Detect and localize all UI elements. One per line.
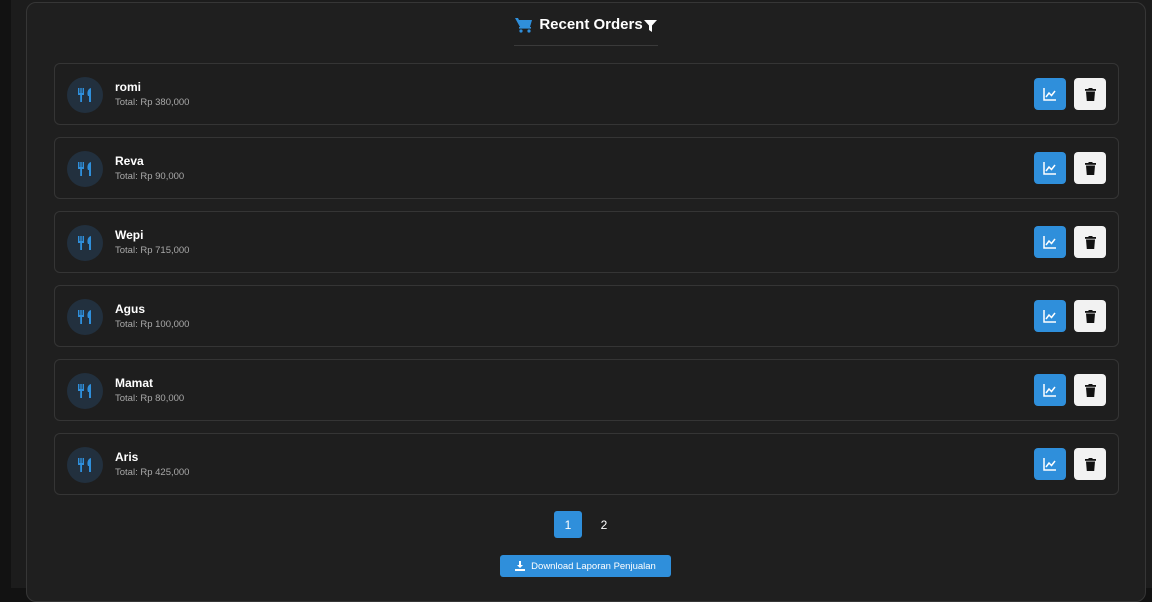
trash-icon [1084, 235, 1096, 249]
pagination: 12 [27, 511, 1145, 538]
chart-line-icon [1043, 88, 1056, 101]
page-background: Recent Orders romi Total: Rp 380,000 Rev… [11, 0, 1152, 602]
order-total: Total: Rp 425,000 [115, 467, 190, 478]
utensils-icon [67, 77, 103, 113]
delete-button[interactable] [1074, 448, 1106, 480]
trash-icon [1084, 161, 1096, 175]
order-row: Aris Total: Rp 425,000 [54, 433, 1119, 495]
customer-name: Aris [115, 450, 139, 464]
delete-button[interactable] [1074, 152, 1106, 184]
utensils-icon [67, 447, 103, 483]
customer-name: romi [115, 80, 142, 94]
download-icon [515, 561, 526, 571]
chart-line-icon [1043, 458, 1056, 471]
customer-name: Reva [115, 154, 144, 168]
download-report-button[interactable]: Download Laporan Penjualan [500, 555, 671, 577]
chart-line-icon [1043, 162, 1056, 175]
page-button[interactable]: 2 [590, 511, 618, 538]
delete-button[interactable] [1074, 374, 1106, 406]
view-chart-button[interactable] [1034, 448, 1066, 480]
view-chart-button[interactable] [1034, 152, 1066, 184]
trash-icon [1084, 383, 1096, 397]
view-chart-button[interactable] [1034, 374, 1066, 406]
utensils-icon [67, 151, 103, 187]
utensils-icon [67, 373, 103, 409]
order-row: romi Total: Rp 380,000 [54, 63, 1119, 125]
view-chart-button[interactable] [1034, 300, 1066, 332]
delete-button[interactable] [1074, 78, 1106, 110]
order-row: Wepi Total: Rp 715,000 [54, 211, 1119, 273]
download-label: Download Laporan Penjualan [531, 560, 656, 572]
chart-line-icon [1043, 384, 1056, 397]
utensils-icon [67, 299, 103, 335]
order-row: Reva Total: Rp 90,000 [54, 137, 1119, 199]
view-chart-button[interactable] [1034, 226, 1066, 258]
order-total: Total: Rp 380,000 [115, 97, 190, 108]
delete-button[interactable] [1074, 226, 1106, 258]
utensils-icon [67, 225, 103, 261]
view-chart-button[interactable] [1034, 78, 1066, 110]
chart-line-icon [1043, 310, 1056, 323]
cart-icon [515, 17, 533, 33]
filter-icon[interactable] [643, 19, 657, 32]
order-row: Agus Total: Rp 100,000 [54, 285, 1119, 347]
header-divider [514, 45, 658, 46]
order-total: Total: Rp 715,000 [115, 245, 190, 256]
customer-name: Wepi [115, 228, 144, 242]
order-total: Total: Rp 90,000 [115, 171, 185, 182]
customer-name: Mamat [115, 376, 154, 390]
trash-icon [1084, 87, 1096, 101]
card-header: Recent Orders [27, 16, 1145, 33]
trash-icon [1084, 309, 1096, 323]
order-list: romi Total: Rp 380,000 Reva Total: Rp 90… [54, 63, 1119, 507]
trash-icon [1084, 457, 1096, 471]
order-total: Total: Rp 80,000 [115, 393, 185, 404]
chart-line-icon [1043, 236, 1056, 249]
order-row: Mamat Total: Rp 80,000 [54, 359, 1119, 421]
delete-button[interactable] [1074, 300, 1106, 332]
customer-name: Agus [115, 302, 145, 316]
recent-orders-card: Recent Orders romi Total: Rp 380,000 Rev… [26, 2, 1146, 602]
order-total: Total: Rp 100,000 [115, 319, 190, 330]
page-title: Recent Orders [539, 16, 643, 33]
page-button[interactable]: 1 [554, 511, 582, 538]
